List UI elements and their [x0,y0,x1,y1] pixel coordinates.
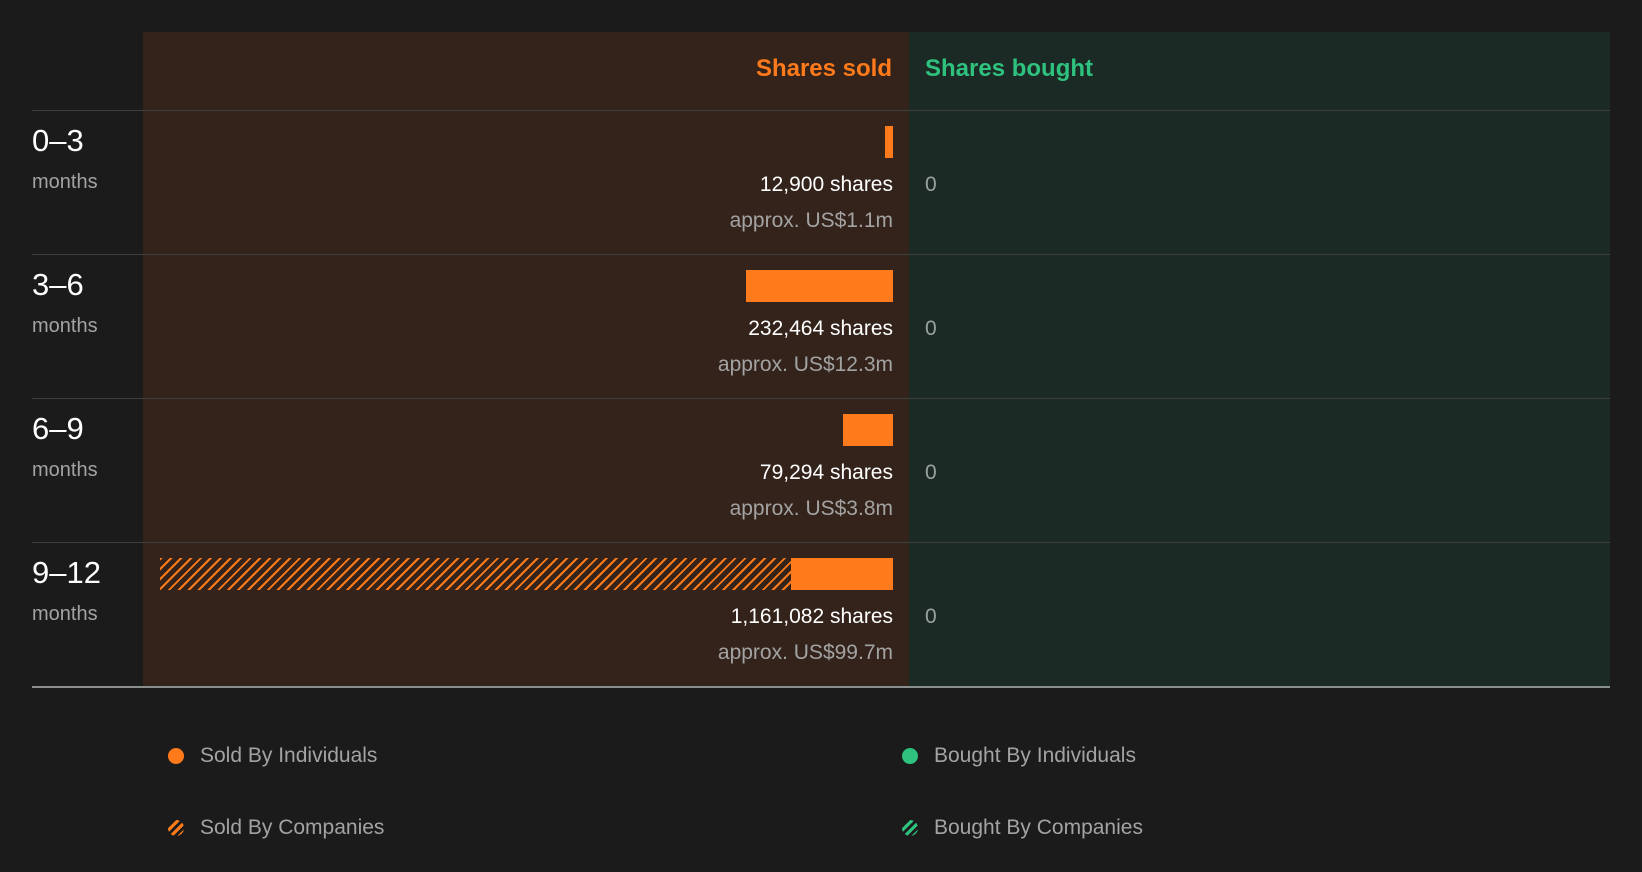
legend-label: Sold By Individuals [200,744,378,767]
period-unit-label: months [32,315,98,337]
period-unit-label: months [32,171,98,193]
legend-sold-individuals: Sold By Individuals [168,744,377,768]
bought-shares-value: 0 [925,317,937,340]
period-unit-label: months [32,459,98,481]
legend-label: Bought By Individuals [934,744,1136,767]
period-range-label: 0–3 [32,123,84,158]
period-range-label: 6–9 [32,411,84,446]
bought-shares-value: 0 [925,461,937,484]
period-range-label: 9–12 [32,555,101,590]
sold-bar-track [160,126,893,158]
sold-shares-value: 232,464 shares [748,317,893,340]
legend-sold-companies: Sold By Companies [168,816,384,840]
legend-swatch-sold-companies [168,820,184,836]
bought-shares-value: 0 [925,605,937,628]
sold-by-individuals-bar [791,558,893,590]
sold-approx-value: approx. US$99.7m [717,641,893,664]
period-row: 6–9 months 79,294 shares approx. US$3.8m 0 [0,399,1642,543]
period-range-label: 3–6 [32,267,84,302]
legend-bought-companies: Bought By Companies [902,816,1143,840]
period-row: 0–3 months 12,900 shares approx. US$1.1m 0 [0,111,1642,255]
sold-shares-value: 1,161,082 shares [730,605,893,628]
legend-swatch-bought-individuals [902,748,918,764]
legend-swatch-bought-companies [902,820,918,836]
period-unit-label: months [32,603,98,625]
period-row: 3–6 months 232,464 shares approx. US$12.3m 0 [0,255,1642,399]
legend-label: Sold By Companies [200,816,385,839]
legend-bought-individuals: Bought By Individuals [902,744,1136,768]
sold-bar-track [160,270,893,302]
period-row: 9–12 months 1,161,082 shares approx. US$99.… [0,543,1642,687]
shares-sold-header: Shares sold [755,55,892,82]
sold-approx-value: approx. US$3.8m [729,497,893,520]
sold-shares-value: 12,900 shares [759,173,893,196]
sold-approx-value: approx. US$12.3m [717,353,893,376]
legend-label: Bought By Companies [934,816,1143,839]
sold-approx-value: approx. US$1.1m [729,209,893,232]
shares-bought-header: Shares bought [925,55,1094,82]
sold-by-individuals-bar [884,126,893,158]
bought-shares-value: 0 [925,173,937,196]
sold-by-individuals-bar [746,270,893,302]
sold-shares-value: 79,294 shares [759,461,893,484]
sold-bar-track [160,414,893,446]
legend-swatch-sold-individuals [168,748,184,764]
sold-by-individuals-bar [842,414,893,446]
sold-bar-track [160,558,893,590]
sold-by-companies-bar [160,558,792,590]
